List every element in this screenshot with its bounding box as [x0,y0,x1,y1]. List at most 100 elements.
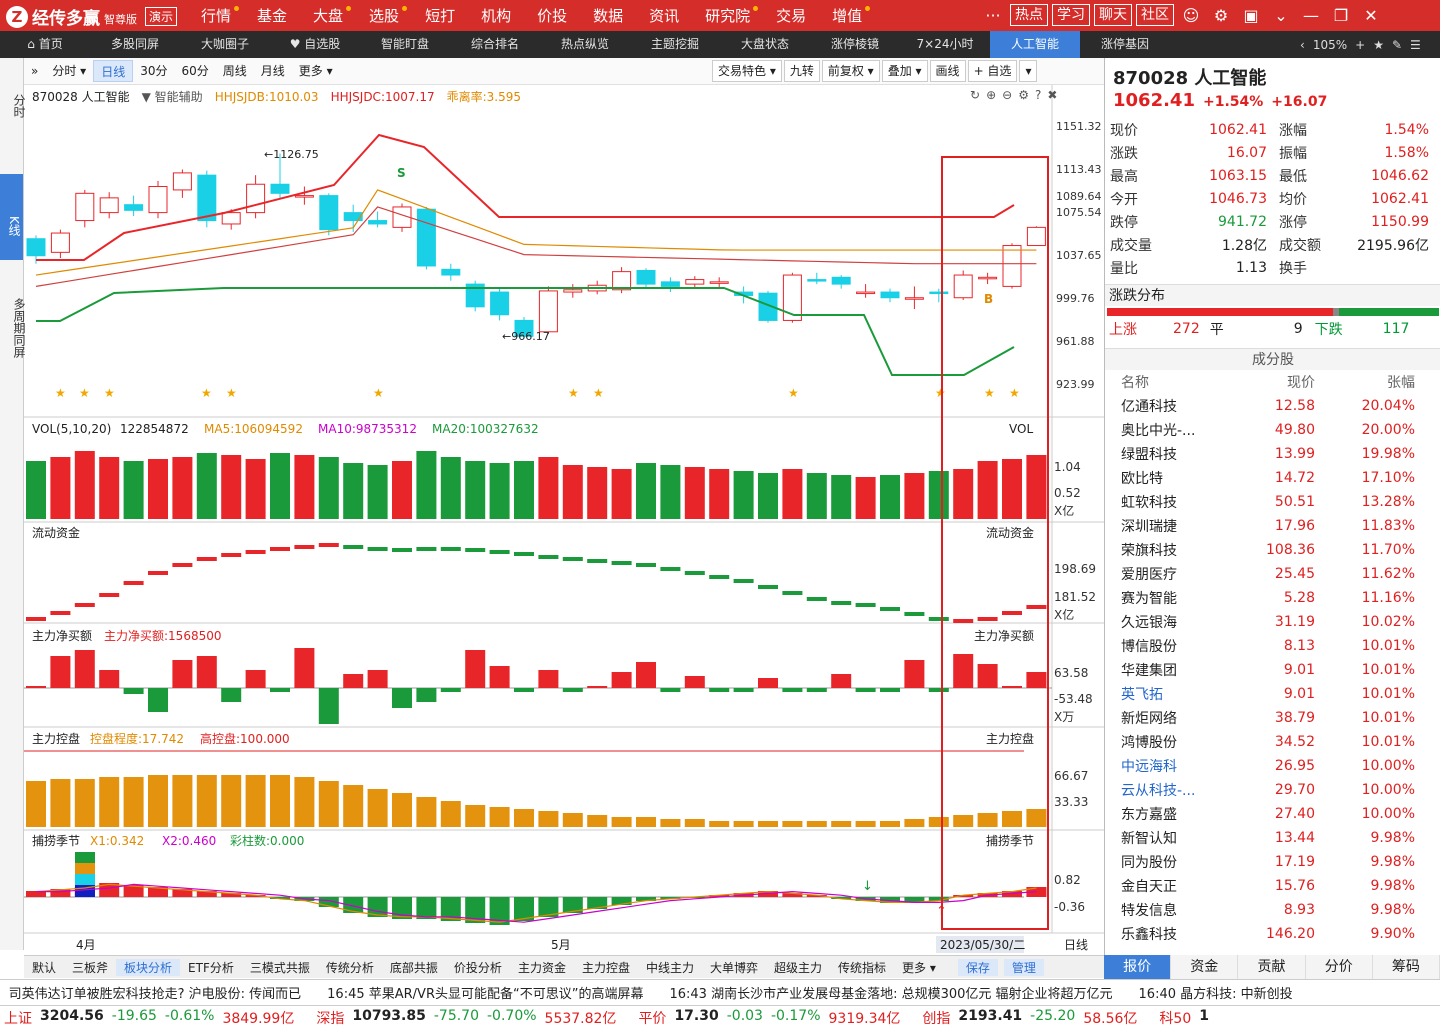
stock-name[interactable]: 华建集团 [1105,660,1235,680]
indicator-tab-8[interactable]: 主力资金 [510,959,574,976]
nav-item-3[interactable]: 选股 [356,5,412,26]
stock-name[interactable]: 博信股份 [1105,636,1235,656]
settings-icon[interactable]: ⚙ [1018,88,1029,102]
stock-name[interactable]: 特发信息 [1105,900,1235,920]
col-price[interactable]: 现价 [1235,372,1315,392]
constituent-row[interactable]: 欧比特 14.72 17.10% [1105,466,1440,490]
manage-button[interactable]: 管理 [1003,958,1044,976]
period-tab-0[interactable]: 分时 ▾ [45,60,93,82]
subtab-11[interactable]: 人工智能 [990,31,1080,58]
minus-icon[interactable]: ⊖ [1002,88,1012,102]
index-item[interactable]: 深指 10793.85 -75.70 -0.70% 5537.82亿 [316,1008,616,1028]
indicator-tab-6[interactable]: 底部共振 [382,959,446,976]
col-change[interactable]: 张幅 [1315,372,1415,392]
constituent-row[interactable]: 同为股份 17.19 9.98% [1105,850,1440,874]
toolbar-btn-4[interactable]: 画线 [929,60,966,82]
stock-name[interactable]: 乐鑫科技 [1105,924,1235,944]
stock-name[interactable]: 英飞拓 [1105,684,1235,704]
constituent-row[interactable]: 英飞拓 9.01 10.01% [1105,682,1440,706]
indicator-tab-1[interactable]: 三板斧 [64,959,116,976]
quote-tab-1[interactable]: 资金 [1171,955,1239,979]
stock-name[interactable]: 绿盟科技 [1105,444,1235,464]
constituent-row[interactable]: 鸿博股份 34.52 10.01% [1105,730,1440,754]
toolbar-btn-0[interactable]: 交易特色 ▾ [712,60,782,82]
smart-assist-toggle[interactable]: ▼ 智能辅助 [142,88,203,105]
expand-icon[interactable]: » [24,60,45,82]
kline-chart[interactable]: 1151.32 1113.43 1089.64 1075.54 1037.65 999.7… [24,85,1104,955]
subtab-9[interactable]: 涨停棱镜 [810,31,900,58]
more-icon[interactable]: ··· [980,6,1006,25]
period-tab-5[interactable]: 月线 [254,60,292,82]
constituent-row[interactable]: 新智认知 13.44 9.98% [1105,826,1440,850]
tab-kline[interactable]: K线 [0,174,23,260]
constituent-row[interactable]: 云从科技-... 29.70 10.00% [1105,778,1440,802]
constituent-row[interactable]: 久远银海 31.19 10.02% [1105,610,1440,634]
toolbar-btn-5[interactable]: + 自选 [967,60,1018,82]
stock-name[interactable]: 爱朋医疗 [1105,564,1235,584]
constituent-row[interactable]: 深圳瑞捷 17.96 11.83% [1105,514,1440,538]
nav-item-5[interactable]: 机构 [468,5,524,26]
indicator-tab-12[interactable]: 超级主力 [766,959,830,976]
indicator-tab-10[interactable]: 中线主力 [638,959,702,976]
index-item[interactable]: 科50 1 [1159,1008,1209,1028]
menu-icon[interactable]: ☰ [1410,38,1421,52]
hot-button[interactable]: 热点 [1010,4,1048,26]
nav-item-2[interactable]: 大盘 [300,5,356,26]
subtab-7[interactable]: 主题挖掘 [630,31,720,58]
subtab-12[interactable]: 涨停基因 [1080,31,1170,58]
zoom-in-icon[interactable]: + [1355,38,1365,52]
chevron-left-icon[interactable]: ‹ [1300,38,1305,52]
nav-item-11[interactable]: 增值 [819,5,875,26]
nav-item-10[interactable]: 交易 [763,5,819,26]
indicator-tab-14[interactable]: 更多 ▾ [894,959,944,976]
learn-button[interactable]: 学习 [1052,4,1090,26]
nav-item-4[interactable]: 短打 [412,5,468,26]
community-button[interactable]: 社区 [1136,4,1174,26]
quote-tab-0[interactable]: 报价 [1104,955,1172,979]
user-icon[interactable]: ☺ [1178,6,1204,25]
constituent-row[interactable]: 新炬网络 38.79 10.01% [1105,706,1440,730]
constituent-row[interactable]: 亿通科技 12.58 20.04% [1105,394,1440,418]
refresh-icon[interactable]: ↻ [970,88,980,102]
quote-tab-2[interactable]: 贡献 [1238,955,1306,979]
stock-name[interactable]: 赛为智能 [1105,588,1235,608]
period-tab-2[interactable]: 30分 [133,60,174,82]
constituent-row[interactable]: 绿盟科技 13.99 19.98% [1105,442,1440,466]
pen-icon[interactable]: ✎ [1392,38,1402,52]
constituent-row[interactable]: 奥比中光-... 49.80 20.00% [1105,418,1440,442]
close-icon[interactable]: ✖ [1047,88,1057,102]
constituent-row[interactable]: 虹软科技 50.51 13.28% [1105,490,1440,514]
stock-name[interactable]: 东方嘉盛 [1105,804,1235,824]
subtab-8[interactable]: 大盘状态 [720,31,810,58]
constituent-row[interactable]: 金自天正 15.76 9.98% [1105,874,1440,898]
stock-name[interactable]: 金自天正 [1105,876,1235,896]
news-item[interactable]: 16:45 苹果AR/VR头显可能配备“不可思议”的高端屏幕 [327,983,643,1002]
stock-name[interactable]: 深圳瑞捷 [1105,516,1235,536]
index-item[interactable]: 上证 3204.56 -19.65 -0.61% 3849.99亿 [4,1008,294,1028]
news-item[interactable]: 司英伟达订单被胜宏科技抢走? 沪电股份: 传闻而已 [6,983,302,1002]
stock-name[interactable]: 中远海科 [1105,756,1235,776]
add-icon[interactable]: ⊕ [986,88,996,102]
constituent-row[interactable]: 赛为智能 5.28 11.16% [1105,586,1440,610]
stock-name[interactable]: 虹软科技 [1105,492,1235,512]
gear-icon[interactable]: ⚙ [1208,6,1234,25]
stock-name[interactable]: 同为股份 [1105,852,1235,872]
subtab-5[interactable]: 综合排名 [450,31,540,58]
constituent-row[interactable]: 中远海科 26.95 10.00% [1105,754,1440,778]
news-item[interactable]: 16:40 晶方科技: 中新创投 [1139,983,1293,1002]
nav-item-9[interactable]: 研究院 [692,5,763,26]
subtab-0[interactable]: ⌂ 首页 [0,31,90,58]
indicator-tab-2[interactable]: 板块分析 [116,958,181,976]
nav-item-1[interactable]: 基金 [244,5,300,26]
nav-item-8[interactable]: 资讯 [636,5,692,26]
indicator-tab-7[interactable]: 价投分析 [446,959,510,976]
toolbar-btn-3[interactable]: 叠加 ▾ [881,60,928,82]
demo-button[interactable]: 演示 [145,7,178,26]
news-item[interactable]: 16:43 湖南长沙市产业发展母基金落地: 总规模300亿元 辐射企业将超万亿元 [669,983,1112,1002]
subtab-6[interactable]: 热点纵览 [540,31,630,58]
star-icon[interactable]: ★ [1373,38,1384,52]
chat-button[interactable]: 聊天 [1094,4,1132,26]
nav-item-0[interactable]: 行情 [188,5,244,26]
stock-name[interactable]: 云从科技-... [1105,780,1235,800]
period-tab-3[interactable]: 60分 [174,60,215,82]
